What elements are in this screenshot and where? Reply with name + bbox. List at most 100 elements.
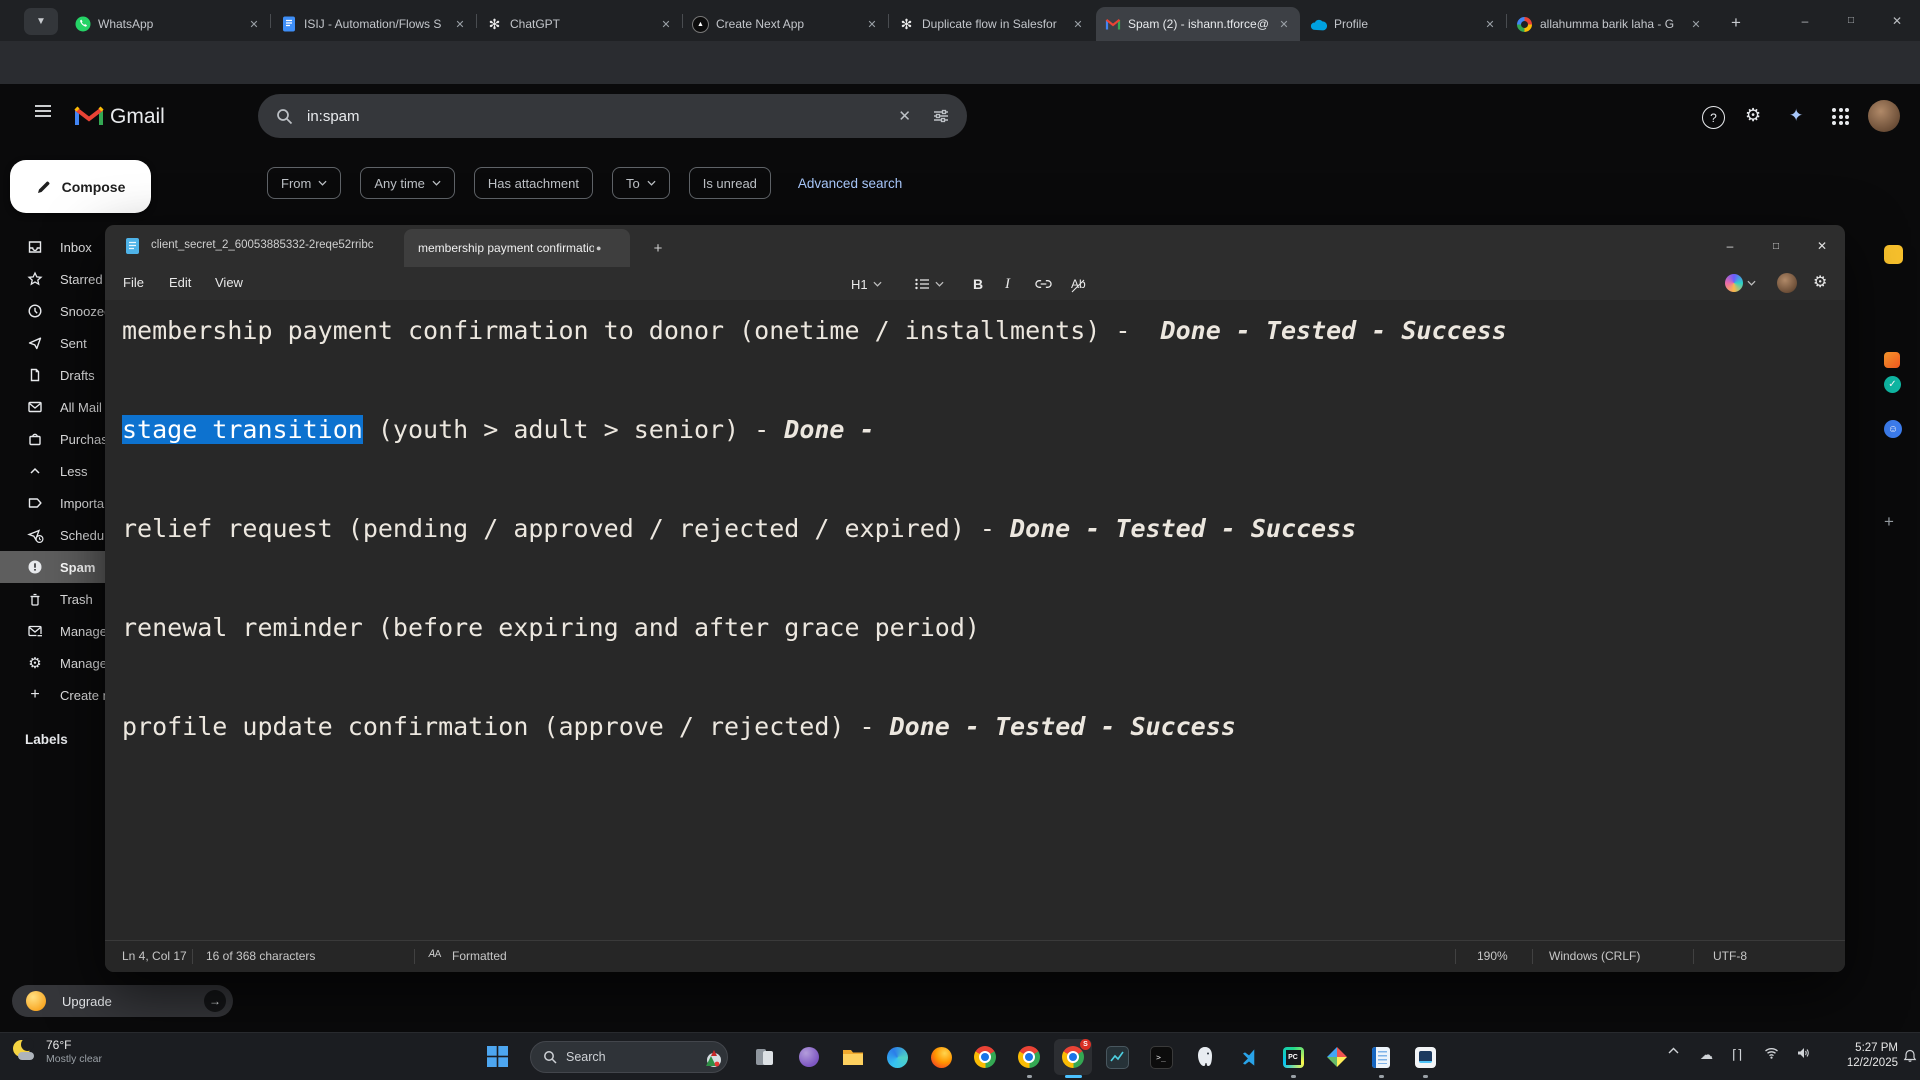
tab-divider [888,14,889,28]
zoom-level[interactable]: 190% [1477,949,1508,963]
filter-chip-has-attachment[interactable]: Has attachment [473,167,593,199]
keyboard-icon[interactable]: ⌈⌉ [1732,1047,1742,1063]
encoding[interactable]: UTF-8 [1713,949,1747,963]
gmail-search-bar[interactable]: in:spam ✕ [258,94,967,138]
notepad-editor[interactable]: membership payment confirmation to donor… [105,300,1845,940]
tray-chevron-icon[interactable] [1668,1047,1679,1054]
tab-close-icon[interactable]: ✕ [1688,18,1704,31]
browser-tab[interactable]: allahumma barik laha - G ✕ [1508,7,1712,41]
teal-check-icon[interactable]: ✓ [1884,376,1901,393]
notepad-app-icon[interactable] [1362,1039,1400,1075]
notepad-settings-icon[interactable]: ⚙ [1813,272,1827,292]
weather-widget[interactable]: 76°F Mostly clear [10,1038,102,1066]
browser-tab[interactable]: Spam (2) - ishann.tforce@ ✕ [1096,7,1300,41]
wifi-icon[interactable] [1764,1047,1779,1059]
add-icon[interactable]: + [1884,512,1894,532]
notification-bell-icon[interactable] [1903,1049,1917,1063]
window-close-icon[interactable]: ✕ [1874,0,1920,41]
yellow-note-icon[interactable] [1884,245,1903,264]
browser-tab[interactable]: ISIJ - Automation/Flows S ✕ [272,7,476,41]
file-explorer-icon[interactable] [834,1039,872,1075]
tab-title: allahumma barik laha - G [1540,17,1675,31]
tab-close-icon[interactable]: ✕ [658,18,674,31]
notepad-minimize-icon[interactable]: – [1707,225,1753,267]
help-icon[interactable]: ? [1702,106,1725,129]
taskbar-clock[interactable]: 5:27 PM 12/2/2025 [1828,1041,1898,1071]
settings-gear-icon[interactable]: ⚙ [1745,105,1761,126]
tab-close-icon[interactable]: ✕ [864,18,880,31]
new-tab-button[interactable]: + [1722,10,1750,36]
gmail-profile-avatar[interactable] [1868,100,1900,132]
chevron-down-icon [647,180,656,186]
browser-tab[interactable]: ▲ Create Next App ✕ [684,7,888,41]
search-highlights-icon[interactable] [697,1044,723,1070]
line-ending[interactable]: Windows (CRLF) [1549,949,1640,963]
filter-chip-is-unread[interactable]: Is unread [688,167,771,199]
italic-icon[interactable]: I [1005,272,1010,296]
tab-close-icon[interactable]: ✕ [246,18,262,31]
purple-app-icon[interactable] [790,1039,828,1075]
chrome-active-icon[interactable]: S [1054,1039,1092,1075]
compose-button[interactable]: Compose [10,160,151,213]
vscode-icon[interactable] [1230,1039,1268,1075]
bold-icon[interactable]: B [973,272,983,296]
heading-style-button[interactable]: H1 [851,272,882,296]
search-options-icon[interactable] [933,109,949,123]
edge-icon[interactable] [878,1039,916,1075]
link-icon[interactable] [1035,272,1052,296]
upgrade-button[interactable]: Upgrade → [12,985,233,1017]
notepad-tab-active[interactable]: membership payment confirmation ● [404,229,630,267]
gemini-sparkle-icon[interactable]: ✦ [1789,106,1803,126]
database-gui-icon[interactable] [1406,1039,1444,1075]
tab-close-icon[interactable]: ✕ [1276,18,1292,31]
chip-label: Is unread [702,175,757,191]
upgrade-arrow-icon[interactable]: → [204,990,226,1012]
tab-close-icon[interactable]: ✕ [1070,18,1086,31]
notepad-new-tab-icon[interactable]: + [645,235,671,261]
volume-icon[interactable] [1796,1047,1810,1059]
copilot-button[interactable] [1725,274,1756,292]
notepad-close-icon[interactable]: ✕ [1799,225,1845,267]
cloud-icon[interactable]: ☁ [1700,1047,1713,1063]
window-maximize-icon[interactable]: □ [1828,0,1874,41]
chrome-2-icon[interactable] [1010,1039,1048,1075]
filter-chip-any-time[interactable]: Any time [360,167,455,199]
tab-close-icon[interactable]: ✕ [452,18,468,31]
taskbar-search-box[interactable]: Search [530,1041,728,1073]
firefox-icon[interactable] [922,1039,960,1075]
notepad-profile-avatar[interactable] [1777,273,1797,293]
pycharm-icon[interactable]: PC [1274,1039,1312,1075]
search-icon[interactable] [276,108,293,125]
filter-chip-to[interactable]: To [611,167,670,199]
notepad-tab-inactive[interactable]: client_secret_2_60053885332-2reqe52rribc [151,239,396,251]
start-button[interactable] [487,1046,508,1067]
tab-close-icon[interactable]: ✕ [1482,18,1498,31]
clear-search-icon[interactable]: ✕ [898,107,911,125]
advanced-search-link[interactable]: Advanced search [798,176,902,191]
chrome-1-icon[interactable] [966,1039,1004,1075]
notepad-maximize-icon[interactable]: □ [1753,225,1799,267]
browser-tab[interactable]: WhatsApp ✕ [66,7,270,41]
phone-link-icon[interactable] [746,1039,784,1075]
browser-tab[interactable]: ✻ ChatGPT ✕ [478,7,682,41]
apps-grid-icon[interactable] [1832,108,1849,125]
window-minimize-icon[interactable]: – [1782,0,1828,41]
clear-format-icon[interactable]: Ab [1071,272,1086,296]
pinwheel-icon[interactable] [1318,1039,1356,1075]
gmail-logo-icon [74,104,104,128]
menu-edit[interactable]: Edit [163,273,197,292]
browser-tab[interactable]: Profile ✕ [1302,7,1506,41]
gmail-search-input[interactable]: in:spam [307,108,360,125]
tab-search-chevron-icon[interactable]: ▼ [24,8,58,35]
orange-bookmark-icon[interactable] [1884,352,1900,368]
menu-file[interactable]: File [117,273,150,292]
filter-chip-from[interactable]: From [267,167,342,199]
task-manager-icon[interactable] [1098,1039,1136,1075]
blue-profile-icon[interactable]: ☺ [1884,420,1902,438]
postgresql-icon[interactable] [1186,1039,1224,1075]
list-format-button[interactable] [915,272,944,296]
browser-tab[interactable]: ✻ Duplicate flow in Salesfor ✕ [890,7,1094,41]
hamburger-menu-icon[interactable] [34,104,52,118]
menu-view[interactable]: View [209,273,249,292]
terminal-icon[interactable]: >_ [1142,1039,1180,1075]
